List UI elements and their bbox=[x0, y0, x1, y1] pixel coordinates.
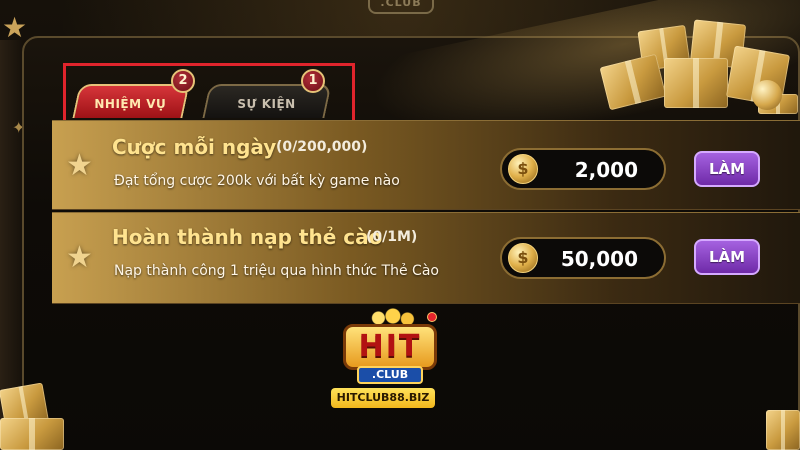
watermark-domain: HITCLUB88.BIZ bbox=[331, 388, 435, 408]
task-progress: (0/200,000) bbox=[276, 139, 368, 155]
task-title: Hoàn thành nạp thẻ cào bbox=[112, 225, 383, 249]
logo-club-text: .CLUB bbox=[357, 366, 423, 384]
coin-icon: $ bbox=[508, 243, 538, 273]
reward-value: 50,000 bbox=[560, 247, 638, 271]
star-decoration-icon: ★ bbox=[2, 11, 28, 44]
coin-icon: $ bbox=[508, 154, 538, 184]
task-row: ★ Cược mỗi ngày (0/200,000) Đạt tổng cượ… bbox=[52, 120, 800, 210]
logo-antenna bbox=[427, 312, 437, 322]
task-row: ★ Hoàn thành nạp thẻ cào (0/1M) Nạp thàn… bbox=[52, 212, 800, 304]
tabs-highlight-frame bbox=[63, 63, 355, 126]
star-icon: ★ bbox=[66, 240, 93, 275]
task-description: Đạt tổng cược 200k với bất kỳ game nào bbox=[114, 173, 400, 189]
reward-pill: $ 2,000 bbox=[500, 148, 666, 190]
task-title: Cược mỗi ngày bbox=[112, 135, 277, 159]
task-description: Nạp thành công 1 triệu qua hình thức Thẻ… bbox=[114, 263, 439, 279]
reward-value: 2,000 bbox=[574, 158, 638, 182]
task-progress: (0/1M) bbox=[366, 229, 418, 245]
star-icon: ★ bbox=[66, 148, 93, 183]
lam-button[interactable]: LÀM bbox=[694, 239, 760, 275]
logo-crown bbox=[361, 306, 419, 326]
logo-hit-text: HIT bbox=[343, 324, 437, 370]
reward-pill: $ 50,000 bbox=[500, 237, 666, 279]
lam-button[interactable]: LÀM bbox=[694, 151, 760, 187]
top-club-label: .CLUB bbox=[368, 0, 434, 14]
